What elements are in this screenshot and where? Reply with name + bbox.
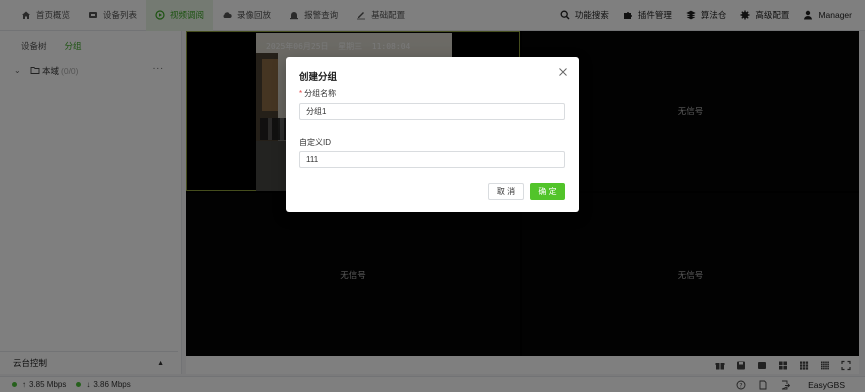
create-group-dialog: 创建分组 * 分组名称 分组1 自定义ID 111 取 消 确 定 [286, 57, 579, 212]
custom-id-label: 自定义ID [299, 138, 331, 147]
group-name-label: * 分组名称 [299, 88, 336, 99]
custom-id-value: 111 [306, 155, 319, 164]
required-mark: * [299, 89, 303, 98]
cancel-button[interactable]: 取 消 [488, 183, 524, 200]
dialog-title: 创建分组 [299, 72, 338, 83]
group-name-label-text: 分组名称 [304, 89, 337, 98]
close-icon[interactable] [558, 67, 568, 77]
group-name-value: 分组1 [306, 107, 327, 116]
confirm-button[interactable]: 确 定 [530, 183, 565, 200]
group-name-input[interactable]: 分组1 [299, 103, 565, 120]
custom-id-input[interactable]: 111 [299, 151, 565, 168]
